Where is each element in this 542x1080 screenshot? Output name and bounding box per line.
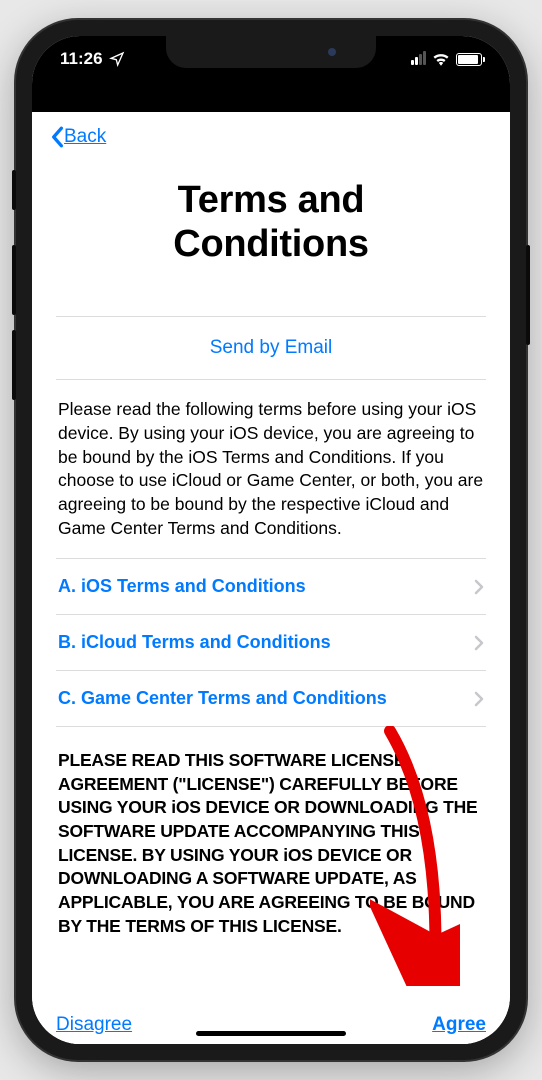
signal-icon [411,53,426,65]
location-icon [109,51,125,67]
back-button[interactable]: Back [50,126,106,148]
volume-down-button [12,330,16,400]
content-area[interactable]: Send by Email Please read the following … [32,316,510,1004]
disagree-button[interactable]: Disagree [56,1014,132,1036]
camera-dot [328,48,336,56]
power-button [526,245,530,345]
home-indicator[interactable] [196,1031,346,1036]
terms-label: A. iOS Terms and Conditions [58,576,306,597]
modal-sheet: Back Terms and Conditions Send by Email … [32,112,510,1044]
terms-row-ios[interactable]: A. iOS Terms and Conditions [56,558,486,614]
mute-switch [12,170,16,210]
chevron-right-icon [474,635,484,651]
license-faded-text: DO NOT AGREE TO THE TERMS OF THIS LICENS… [56,957,486,1004]
terms-label: B. iCloud Terms and Conditions [58,632,331,653]
phone-frame: 11:26 Back [16,20,526,1060]
status-time: 11:26 [60,49,103,69]
sheet-backdrop [32,82,510,112]
chevron-right-icon [474,579,484,595]
screen: 11:26 Back [32,36,510,1044]
footer-bar: Disagree Agree [32,1004,510,1044]
title-section: Terms and Conditions [32,161,510,316]
nav-bar: Back [32,112,510,161]
chevron-left-icon [50,126,64,148]
notch [166,36,376,68]
agree-button[interactable]: Agree [432,1014,486,1036]
back-label: Back [64,126,106,148]
page-title: Terms and Conditions [52,179,490,266]
terms-row-gamecenter[interactable]: C. Game Center Terms and Conditions [56,670,486,727]
chevron-right-icon [474,691,484,707]
wifi-icon [432,52,450,66]
license-text: PLEASE READ THIS SOFTWARE LICENSE AGREEM… [56,727,486,938]
battery-icon [456,53,482,66]
volume-up-button [12,245,16,315]
terms-row-icloud[interactable]: B. iCloud Terms and Conditions [56,614,486,670]
terms-label: C. Game Center Terms and Conditions [58,688,387,709]
intro-text: Please read the following terms before u… [56,380,486,558]
send-by-email-button[interactable]: Send by Email [56,317,486,379]
